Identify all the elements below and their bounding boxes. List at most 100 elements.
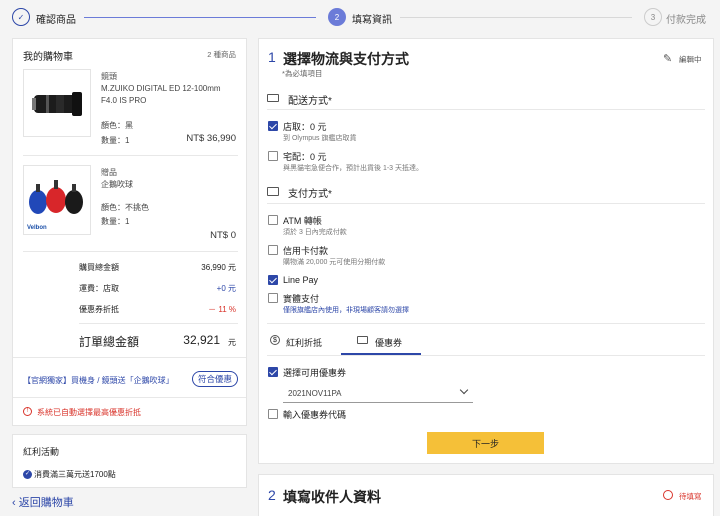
cart-divider <box>13 397 246 398</box>
step-1-check-icon: ✓ <box>12 8 30 26</box>
lens-image <box>23 69 91 137</box>
next-step-button[interactable]: 下一步 <box>427 432 544 454</box>
gift-brand-logo: Velbon <box>27 225 47 231</box>
item-1-type: 鏡頭 <box>101 72 117 81</box>
section-2-title: 填寫收件人資料 <box>283 489 381 505</box>
logistics-payment-panel: 1 選擇物流與支付方式 *為必填項目 ✎ 編輯中 配送方式* 店取：0 元 到 … <box>258 38 714 464</box>
summary-subtotal-label: 購買總金額 <box>79 263 119 272</box>
tab-coupon[interactable]: 優惠券 <box>341 327 421 355</box>
item-1-price: NT$ 36,990 <box>186 133 236 144</box>
item-1-name-line1: M.ZUIKO DIGITAL ED 12-100mm <box>101 84 221 93</box>
item-1-qty: 數量：1 <box>101 136 130 145</box>
ticket-icon <box>357 336 368 344</box>
promo-text[interactable]: 【官網獨家】買機身 / 鏡頭送「企鵝吹球」 <box>23 375 174 386</box>
coupon-code-checkbox[interactable] <box>268 409 278 419</box>
step-line-2 <box>400 17 632 18</box>
tab-coupon-label: 優惠券 <box>375 338 403 348</box>
bonus-item: 消費滿三萬元送1700點 <box>34 470 116 479</box>
step-1-label: 確認商品 <box>36 15 76 26</box>
pay-atm-label: ATM 轉帳 <box>283 216 322 226</box>
step-2-number: 2 <box>328 8 346 26</box>
dollar-icon: $ <box>270 335 280 345</box>
pending-circle-icon <box>663 490 673 500</box>
cart-title: 我的購物車 <box>23 52 73 63</box>
step-3-number: 3 <box>644 8 662 26</box>
coupon-dropdown-value: 2021NOV11PA <box>288 389 342 398</box>
pay-atm-desc: 須於 3 日內完成付款 <box>283 229 347 236</box>
item-2-qty: 數量：1 <box>101 217 130 226</box>
tab-bonus-label: 紅利折抵 <box>286 338 323 348</box>
ship-home-checkbox[interactable] <box>268 151 278 161</box>
coupon-select-label: 選擇可用優惠券 <box>283 368 347 378</box>
cart-count: 2 種商品 <box>207 50 236 59</box>
checkout-stepper: ✓ 確認商品 2 填寫資訊 3 付款完成 <box>0 0 720 36</box>
step-3-label: 付款完成 <box>666 15 706 26</box>
ship-store-desc: 到 Olympus 旗艦店取貨 <box>283 135 357 142</box>
cart-panel: 我的購物車 2 種商品 鏡頭 M.ZUIKO DIGITAL ED 12-100… <box>12 38 247 426</box>
item-1-name-line2: F4.0 IS PRO <box>101 96 147 105</box>
payment-divider <box>267 203 705 204</box>
pay-linepay-label: Line Pay <box>283 275 319 285</box>
section-1-title: 選擇物流與支付方式 <box>283 51 409 67</box>
summary-shipping-label: 運費：店取 <box>79 284 119 293</box>
item-2-type: 贈品 <box>101 168 117 177</box>
bonus-title: 紅利活動 <box>23 447 60 457</box>
warning-icon: ! <box>23 407 32 416</box>
ship-home-label: 宅配：0 元 <box>283 152 327 162</box>
chevron-left-icon: ‹ <box>12 497 19 509</box>
back-to-cart-label: 返回購物車 <box>18 497 74 509</box>
tab-bonus[interactable]: $ 紅利折抵 <box>267 327 341 355</box>
pay-instore-checkbox[interactable] <box>268 293 278 303</box>
pay-credit-desc: 購物滿 20,000 元可使用分期付款 <box>283 259 386 266</box>
pay-credit-checkbox[interactable] <box>268 245 278 255</box>
summary-shipping-value: +0 元 <box>216 284 236 293</box>
coupon-code-label: 輸入優惠券代碼 <box>283 410 347 420</box>
item-1-color: 顏色：黑 <box>101 121 133 130</box>
coupon-select-checkbox[interactable] <box>268 367 278 377</box>
ship-store-checkbox[interactable] <box>268 121 278 131</box>
summary-subtotal-value: 36,990 元 <box>201 263 236 272</box>
summary-coupon-value: － 11 % <box>208 305 236 314</box>
order-total-unit: 元 <box>228 338 236 347</box>
editing-status: 編輯中 <box>679 55 702 64</box>
recipient-panel: 2 填寫收件人資料 待填寫 <box>258 474 714 516</box>
shipping-section-title: 配送方式* <box>288 96 332 107</box>
pay-atm-checkbox[interactable] <box>268 215 278 225</box>
pay-linepay-checkbox[interactable] <box>268 275 278 285</box>
shipping-divider <box>267 109 705 110</box>
summary-coupon-label: 優惠券折抵 <box>79 305 119 314</box>
pay-credit-label: 信用卡付款 <box>283 246 329 256</box>
section-1-number: 1 <box>268 49 276 65</box>
gift-image: Velbon <box>23 165 91 235</box>
section-2-status: 待填寫 <box>679 492 702 501</box>
pay-instore-desc: 僅限旗艦店內使用，非現場顧客請勿選擇 <box>283 307 409 314</box>
bonus-check-icon: ✓ <box>23 470 32 479</box>
ship-home-desc: 與黑貓宅急便合作，預計出貨後 1-3 天抵達。 <box>283 165 424 172</box>
step-2-label: 填寫資訊 <box>352 15 392 26</box>
payment-section-title: 支付方式* <box>288 189 332 200</box>
auto-coupon-notice: 系統已自動選擇最高優惠折抵 <box>37 408 141 417</box>
cart-divider <box>23 155 238 156</box>
card-icon <box>267 187 279 196</box>
item-2-name: 企鵝吹球 <box>101 180 133 189</box>
chevron-down-icon <box>459 385 469 395</box>
back-to-cart-link[interactable]: ‹ 返回購物車 <box>12 494 74 510</box>
order-total-label: 訂單總金額 <box>79 335 140 349</box>
bonus-panel: 紅利活動 ✓ 消費滿三萬元送1700點 <box>12 434 247 488</box>
cart-divider <box>13 357 246 358</box>
pay-instore-label: 實體支付 <box>283 294 320 304</box>
promo-eligible-button[interactable]: 符合優惠 <box>192 371 238 387</box>
truck-icon <box>267 94 279 102</box>
step-line-1 <box>84 17 316 18</box>
edit-pencil-icon[interactable]: ✎ <box>663 52 672 65</box>
ship-store-label: 店取：0 元 <box>283 122 327 132</box>
required-note: *為必填項目 <box>282 69 323 78</box>
tabs-top-divider <box>267 323 705 324</box>
item-2-price: NT$ 0 <box>210 230 236 241</box>
summary-divider <box>79 323 238 324</box>
coupon-dropdown[interactable]: 2021NOV11PA <box>283 383 473 403</box>
cart-divider <box>23 251 238 252</box>
order-total-value: 32,921 <box>183 333 220 347</box>
item-2-color: 顏色：不挑色 <box>101 203 149 212</box>
tabs-bottom-divider <box>267 355 705 356</box>
